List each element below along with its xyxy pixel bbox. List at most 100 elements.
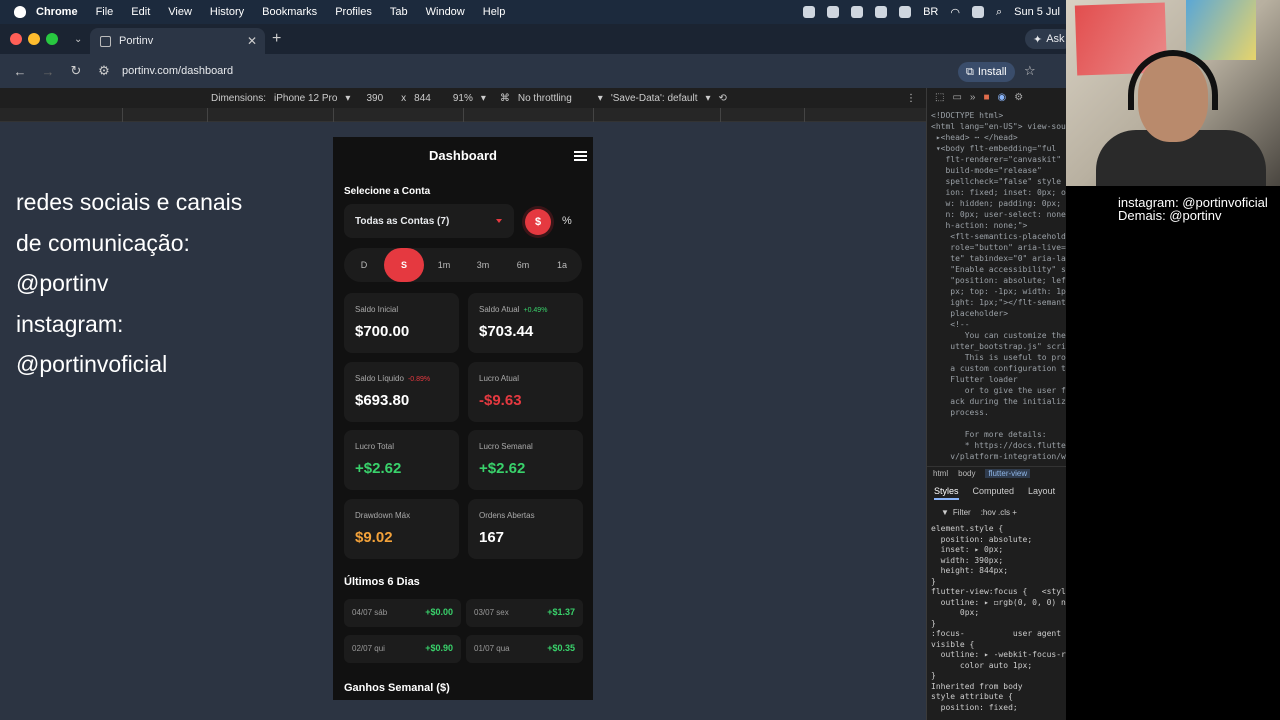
card-label-text: Lucro Total xyxy=(355,442,394,451)
card-value: 167 xyxy=(479,529,505,546)
menu-help[interactable]: Help xyxy=(483,6,506,18)
styles-pane[interactable]: element.style { position: absolute; inse… xyxy=(931,524,1070,713)
ruler-tick xyxy=(207,108,208,122)
account-dropdown[interactable]: Todas as Contas (7) xyxy=(344,204,514,238)
currency-toggle-button[interactable]: $ xyxy=(525,209,551,235)
menu-view[interactable]: View xyxy=(168,6,192,18)
day-row: 03/07 sex +$1.37 xyxy=(466,599,583,627)
phone-screen: Dashboard Selecione a Conta Todas as Con… xyxy=(333,137,593,700)
styles-filter-bar: ▼ Filter :hov .cls + xyxy=(927,504,1070,520)
reload-icon[interactable]: ↻ xyxy=(68,63,84,79)
wifi-icon[interactable]: ◠ xyxy=(950,6,960,19)
crumb-body[interactable]: body xyxy=(958,469,975,478)
ruler-tick xyxy=(333,108,334,122)
new-tab-icon[interactable]: + xyxy=(272,30,281,48)
menu-window[interactable]: Window xyxy=(426,6,465,18)
crumb-flutter-view[interactable]: flutter-view xyxy=(985,469,1031,478)
install-icon: ⧉ xyxy=(966,65,974,78)
card-label-text: Saldo Atual xyxy=(479,305,520,314)
ruler-tick xyxy=(593,108,594,122)
weekly-gains-heading: Ganhos Semanal ($) xyxy=(344,682,450,694)
bookmark-star-icon[interactable]: ☆ xyxy=(1024,63,1036,79)
filter-extras[interactable]: :hov .cls + xyxy=(981,508,1017,517)
status-icon[interactable] xyxy=(803,6,816,18)
device-mode-icon[interactable]: ▭ xyxy=(952,92,961,103)
period-option-s[interactable]: S xyxy=(384,248,424,282)
period-option-3m[interactable]: 3m xyxy=(463,248,503,282)
day-date: 04/07 sáb xyxy=(352,608,388,617)
percent-toggle-button[interactable]: % xyxy=(562,215,572,227)
tab-layout[interactable]: Layout xyxy=(1028,486,1055,500)
apple-icon[interactable] xyxy=(14,6,26,18)
install-app-button[interactable]: ⧉ Install xyxy=(958,62,1015,82)
gear-icon[interactable]: ⚙ xyxy=(1014,92,1023,103)
period-option-1a[interactable]: 1a xyxy=(542,248,582,282)
forward-icon[interactable]: → xyxy=(40,64,56,79)
clock[interactable]: Sun 5 Jul xyxy=(1014,6,1060,18)
width-input[interactable]: 390 xyxy=(366,93,383,104)
input-source-label[interactable]: BR xyxy=(923,6,938,18)
chevron-down-icon: ▾ xyxy=(480,92,486,104)
zoom-window-button[interactable] xyxy=(46,33,58,45)
menu-app-chrome[interactable]: Chrome xyxy=(36,6,78,18)
status-icon[interactable] xyxy=(875,6,888,18)
minimize-window-button[interactable] xyxy=(28,33,40,45)
tab-styles[interactable]: Styles xyxy=(934,486,959,500)
search-icon[interactable]: ⌕ xyxy=(996,6,1002,19)
menu-profiles[interactable]: Profiles xyxy=(335,6,372,18)
zoom-select[interactable]: 91% xyxy=(453,93,473,104)
period-option-1m[interactable]: 1m xyxy=(424,248,464,282)
ruler-tick xyxy=(122,108,123,122)
menu-history[interactable]: History xyxy=(210,6,244,18)
card-value: $703.44 xyxy=(479,323,534,340)
menu-file[interactable]: File xyxy=(96,6,114,18)
card-value: -$9.63 xyxy=(479,392,522,409)
last-days-heading: Últimos 6 Dias xyxy=(344,576,420,588)
menu-edit[interactable]: Edit xyxy=(131,6,150,18)
card-label-text: Saldo Inicial xyxy=(355,305,399,314)
site-info-icon[interactable]: ⚙ xyxy=(96,63,112,79)
tab-computed[interactable]: Computed xyxy=(973,486,1015,500)
menu-tab[interactable]: Tab xyxy=(390,6,408,18)
card-value: +$2.62 xyxy=(479,460,526,477)
day-date: 02/07 qui xyxy=(352,644,385,653)
day-gain: +$0.90 xyxy=(425,643,453,653)
calendar-icon[interactable] xyxy=(851,6,864,18)
more-options-icon[interactable]: ⋮ xyxy=(906,93,916,104)
status-icon[interactable] xyxy=(827,6,840,18)
status-icon[interactable] xyxy=(899,6,912,18)
device-select[interactable]: iPhone 12 Pro xyxy=(274,93,337,104)
save-data-select[interactable]: 'Save-Data': default xyxy=(611,93,698,104)
menu-icon[interactable] xyxy=(574,151,587,161)
menu-bookmarks[interactable]: Bookmarks xyxy=(262,6,317,18)
ai-assist-icon[interactable]: ◉ xyxy=(998,92,1007,103)
device-toolbar: Dimensions: iPhone 12 Pro ▾ 390 x 844 91%… xyxy=(0,88,926,108)
issues-icon[interactable]: ■ xyxy=(983,92,989,103)
url-field[interactable]: portinv.com/dashboard xyxy=(122,65,233,77)
rotate-icon[interactable]: ⟲ xyxy=(719,93,727,104)
tab-portinv[interactable]: Portinv ✕ xyxy=(90,28,265,54)
height-input[interactable]: 844 xyxy=(414,93,431,104)
period-option-d[interactable]: D xyxy=(344,248,384,282)
breadcrumb: html body flutter-view xyxy=(927,466,1070,480)
day-date: 03/07 sex xyxy=(474,608,509,617)
back-icon[interactable]: ← xyxy=(12,64,28,79)
close-window-button[interactable] xyxy=(10,33,22,45)
battery-icon[interactable] xyxy=(971,6,984,18)
address-toolbar: ← → ↻ ⚙ portinv.com/dashboard ⧉ Install ☆ xyxy=(0,54,1070,88)
close-tab-icon[interactable]: ✕ xyxy=(247,34,257,48)
times-label: x xyxy=(401,92,407,104)
inspect-icon[interactable]: ⬚ xyxy=(935,92,944,103)
chevron-down-icon: ▾ xyxy=(705,92,711,104)
more-tabs-icon[interactable]: » xyxy=(970,92,976,103)
wall-art xyxy=(1186,0,1256,60)
capture-icon[interactable]: ⌘ xyxy=(500,93,510,104)
period-option-6m[interactable]: 6m xyxy=(503,248,543,282)
filter-input[interactable]: Filter xyxy=(953,508,971,517)
throttling-select[interactable]: No throttling xyxy=(518,93,572,104)
crumb-html[interactable]: html xyxy=(933,469,948,478)
elements-tree[interactable]: <!DOCTYPE html> <html lang="en-US"> view… xyxy=(931,110,1070,462)
devtools-panel: ⬚ ▭ » ■ ◉ ⚙ <!DOCTYPE html> <html lang="… xyxy=(926,88,1070,720)
card-label: Drawdown Máx xyxy=(355,511,410,520)
tab-search-icon[interactable]: ⌄ xyxy=(74,34,82,45)
